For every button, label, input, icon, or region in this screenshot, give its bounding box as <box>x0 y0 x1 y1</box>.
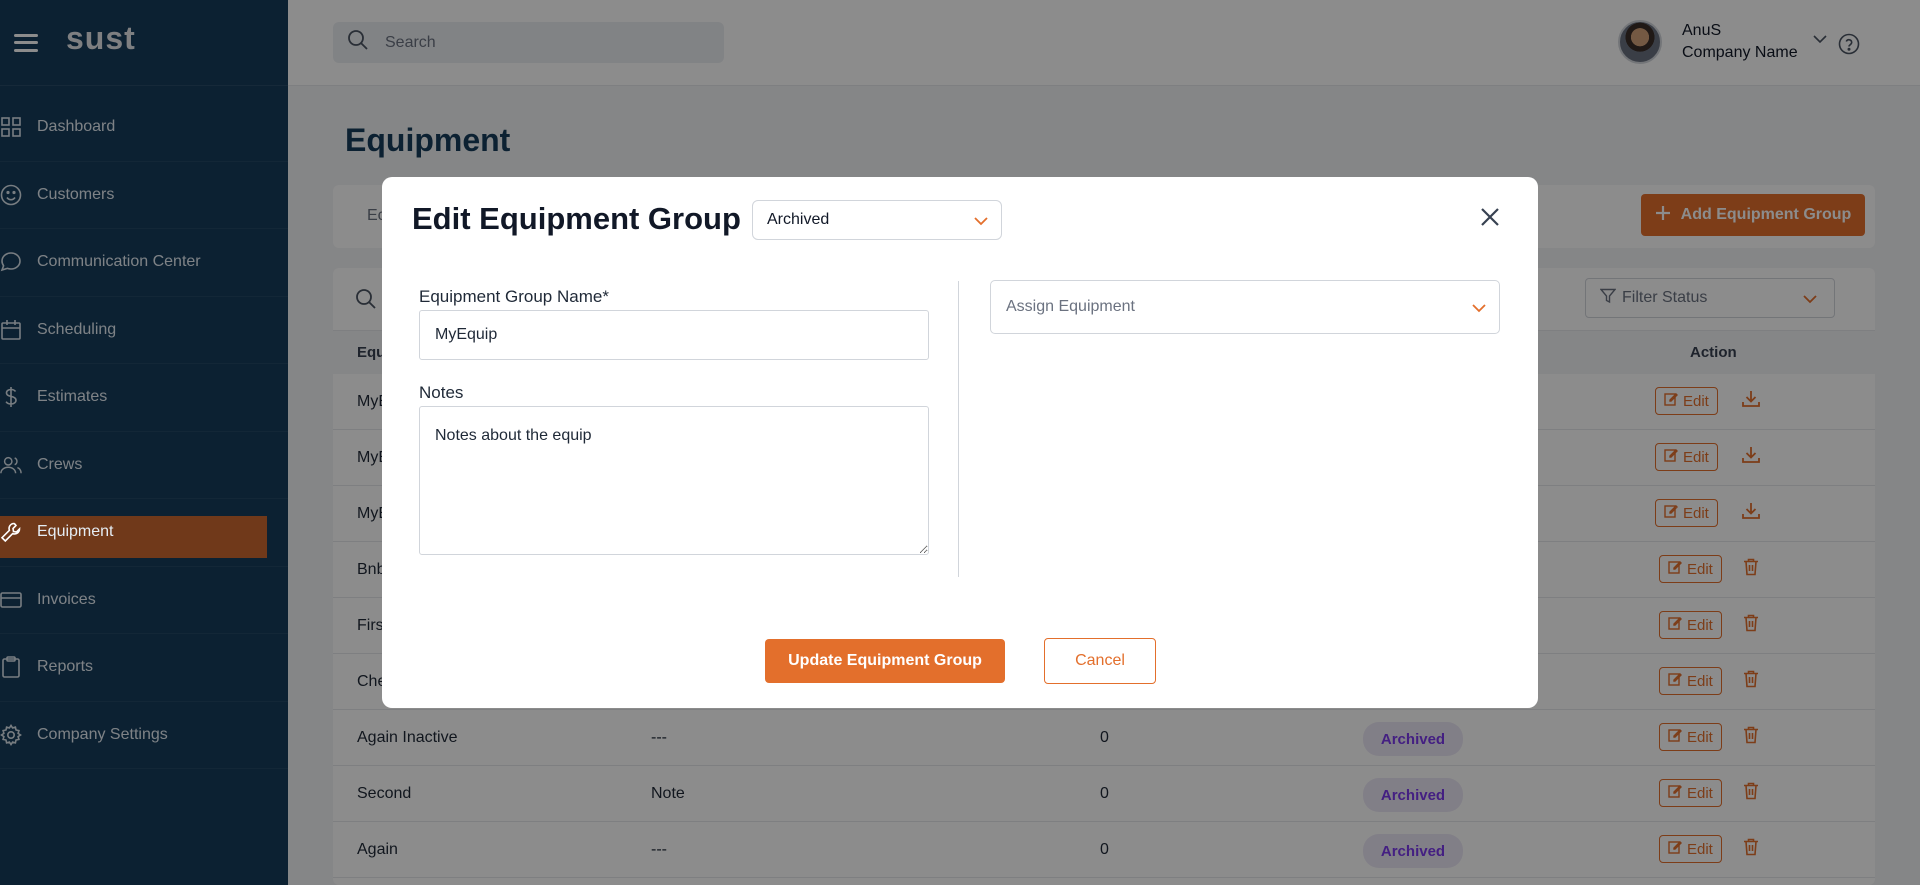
status-select-value: Archived <box>767 211 830 228</box>
assign-equipment-select[interactable]: Assign Equipment <box>990 280 1500 334</box>
edit-equipment-group-modal: Edit Equipment Group Archived Equipment … <box>382 177 1538 708</box>
sidebar-item-label: Equipment <box>37 523 114 541</box>
modal-title: Edit Equipment Group <box>412 201 741 236</box>
notes-field[interactable]: Notes about the equip <box>419 406 929 555</box>
equipment-group-name-label: Equipment Group Name* <box>419 287 609 306</box>
chevron-down-icon <box>973 213 989 231</box>
cancel-button[interactable]: Cancel <box>1044 638 1156 684</box>
assign-equipment-placeholder: Assign Equipment <box>1006 298 1135 315</box>
update-equipment-group-button[interactable]: Update Equipment Group <box>765 639 1005 683</box>
status-select[interactable]: Archived <box>752 200 1002 240</box>
equipment-group-name-field[interactable] <box>419 310 929 360</box>
modal-divider <box>958 281 959 577</box>
notes-label: Notes <box>419 383 464 402</box>
wrench-icon <box>0 521 22 543</box>
chevron-down-icon <box>1471 300 1487 318</box>
close-icon[interactable] <box>1475 202 1505 232</box>
